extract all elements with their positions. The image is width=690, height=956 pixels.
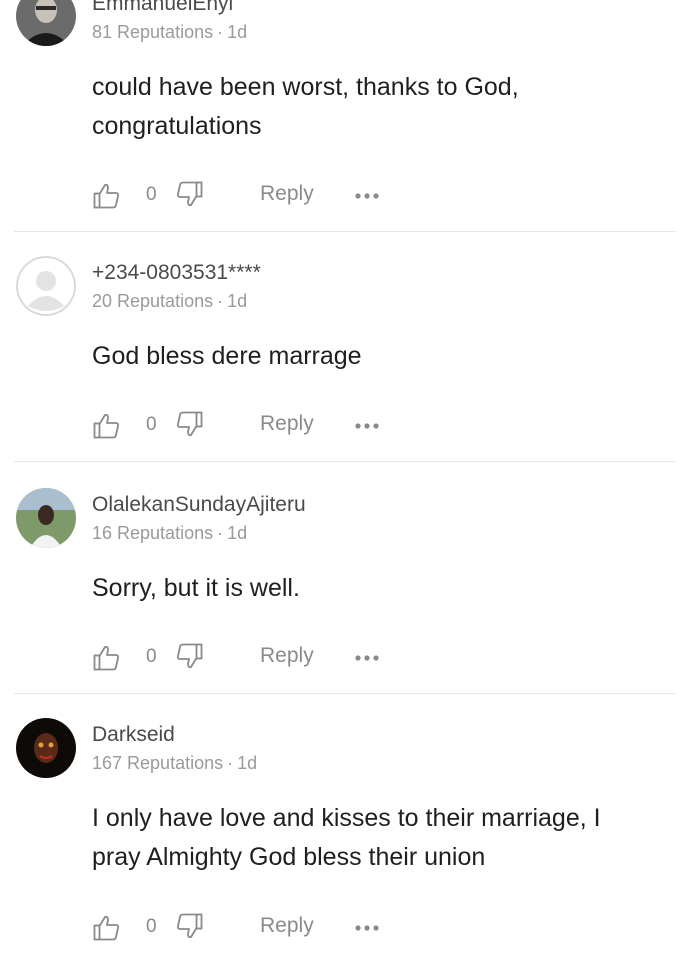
comment-meta: 20 Reputations · 1d <box>92 290 247 312</box>
thumbs-up-icon[interactable] <box>92 644 120 672</box>
reputation-count: 16 Reputations <box>92 523 214 543</box>
reply-button[interactable]: Reply <box>260 412 314 436</box>
comment-username[interactable]: EmmanuelEnyi <box>92 0 233 16</box>
comment-time: 1d <box>227 22 248 42</box>
comment-text-line: could have been worst, thanks to God, <box>92 73 519 101</box>
thumbs-down-icon[interactable] <box>176 410 204 438</box>
more-options-icon[interactable] <box>354 192 380 200</box>
thumbs-down-icon[interactable] <box>176 912 204 940</box>
comment-meta: 81 Reputations · 1d <box>92 21 247 43</box>
comment-text: God bless dere marrage <box>92 337 652 376</box>
comment-actions: 0 Reply <box>92 642 392 676</box>
comment-actions: 0 Reply <box>92 180 392 214</box>
comment-username[interactable]: Darkseid <box>92 723 175 747</box>
comment-text: I only have love and kisses to their mar… <box>92 799 652 877</box>
thumbs-down-icon[interactable] <box>176 180 204 208</box>
comment-actions: 0 Reply <box>92 410 392 444</box>
reply-button[interactable]: Reply <box>260 182 314 206</box>
comment-meta: 16 Reputations · 1d <box>92 522 247 544</box>
reply-button[interactable]: Reply <box>260 644 314 668</box>
like-count: 0 <box>146 184 157 205</box>
comment-text-line: I only have love and kisses to their mar… <box>92 804 601 832</box>
comment-text: Sorry, but it is well. <box>92 569 652 608</box>
comment-divider <box>14 461 676 462</box>
comment-meta: 167 Reputations · 1d <box>92 752 257 774</box>
reply-button[interactable]: Reply <box>260 914 314 938</box>
comment-divider <box>14 693 676 694</box>
user-photo-icon <box>16 718 76 778</box>
like-count: 0 <box>146 414 157 435</box>
comment-actions: 0 Reply <box>92 912 392 946</box>
thumbs-down-icon[interactable] <box>176 642 204 670</box>
more-options-icon[interactable] <box>354 422 380 430</box>
reputation-count: 20 Reputations <box>92 291 214 311</box>
comment-username[interactable]: OlalekanSundayAjiteru <box>92 493 306 517</box>
avatar[interactable] <box>16 0 76 46</box>
comment-time: 1d <box>227 523 248 543</box>
avatar[interactable] <box>16 488 76 548</box>
comment-text-line: pray Almighty God bless their union <box>92 843 486 871</box>
thumbs-up-icon[interactable] <box>92 914 120 942</box>
default-user-icon <box>16 256 76 316</box>
thumbs-up-icon[interactable] <box>92 182 120 210</box>
meta-separator: · <box>227 753 234 773</box>
user-photo-icon <box>16 0 76 46</box>
comment-list: EmmanuelEnyi 81 Reputations · 1d could hav… <box>0 0 690 956</box>
like-count: 0 <box>146 646 157 667</box>
comment-text-line: God bless dere marrage <box>92 342 362 370</box>
more-options-icon[interactable] <box>354 654 380 662</box>
reputation-count: 81 Reputations <box>92 22 214 42</box>
meta-separator: · <box>217 523 224 543</box>
comment-divider <box>14 231 676 232</box>
avatar[interactable] <box>16 718 76 778</box>
comment-text-line: congratulations <box>92 112 262 140</box>
comment-text-line: Sorry, but it is well. <box>92 574 300 602</box>
user-photo-icon <box>16 488 76 548</box>
comment-text: could have been worst, thanks to God, co… <box>92 68 652 146</box>
avatar[interactable] <box>16 256 76 316</box>
reputation-count: 167 Reputations <box>92 753 224 773</box>
meta-separator: · <box>217 22 224 42</box>
meta-separator: · <box>217 291 224 311</box>
comment-username[interactable]: +234-0803531**** <box>92 261 261 285</box>
thumbs-up-icon[interactable] <box>92 412 120 440</box>
more-options-icon[interactable] <box>354 924 380 932</box>
comment-time: 1d <box>227 291 248 311</box>
like-count: 0 <box>146 916 157 937</box>
comment-time: 1d <box>237 753 258 773</box>
